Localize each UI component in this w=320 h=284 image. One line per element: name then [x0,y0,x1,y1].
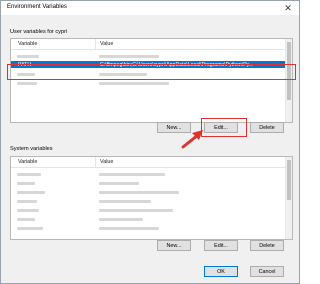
window-title: Environment Variables [7,4,67,10]
user-list-scrollbar[interactable] [285,39,292,122]
column-header-value[interactable]: Value [100,159,113,165]
column-header-variable[interactable]: Variable [18,159,37,165]
column-header-variable[interactable]: Variable [18,41,37,47]
blurred-row [99,191,179,194]
system-new-button[interactable]: New... [157,240,191,251]
dialog-body: User variables for cypri Variable Value … [1,15,299,283]
cancel-button[interactable]: Cancel [250,266,284,277]
blurred-row [99,227,159,230]
system-variables-list[interactable]: Variable Value [10,156,293,240]
blurred-row [17,55,39,58]
column-header-value[interactable]: Value [100,41,113,47]
user-variables-label: User variables for cypri [10,29,68,35]
blurred-row [17,200,37,203]
blurred-row [99,200,151,203]
column-divider[interactable] [95,157,96,167]
user-variables-list[interactable]: Variable Value PATH C:\ffmpeg\bin;C:\Use… [10,38,293,123]
blurred-row [17,82,37,85]
blurred-row [17,209,39,212]
system-variables-label: System variables [10,146,53,152]
scroll-thumb[interactable] [287,160,291,200]
blurred-row [99,55,159,58]
user-list-header: Variable Value [11,39,292,50]
red-arrow-annotation [181,130,203,149]
path-row-highlight [7,64,296,80]
blurred-row [17,227,43,230]
user-delete-button[interactable]: Delete [250,122,284,133]
blurred-row [99,209,173,212]
column-divider[interactable] [95,39,96,49]
blurred-row [17,173,41,176]
close-icon[interactable]: ✕ [283,3,293,13]
blurred-row [99,173,165,176]
blurred-row [17,191,45,194]
system-delete-button[interactable]: Delete [250,240,284,251]
ok-button[interactable]: OK [204,266,238,277]
environment-variables-dialog: Environment Variables ✕ User variables f… [0,0,300,284]
blurred-row [17,218,35,221]
blurred-row [99,82,169,85]
system-list-scrollbar[interactable] [285,157,292,239]
blurred-row [99,182,139,185]
blurred-row [17,182,35,185]
title-bar: Environment Variables ✕ [1,1,299,15]
blurred-row [99,218,143,221]
system-edit-button[interactable]: Edit... [204,240,238,251]
system-list-header: Variable Value [11,157,292,168]
